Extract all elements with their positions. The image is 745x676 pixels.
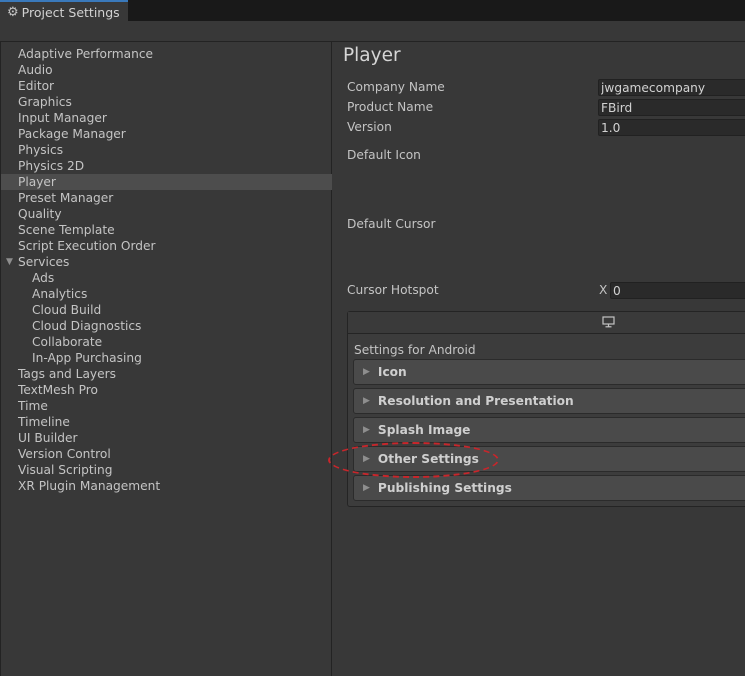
platform-tab-bar (348, 312, 745, 334)
foldout-arrow-icon: ▶ (363, 425, 370, 435)
sidebar-item-textmesh-pro[interactable]: TextMesh Pro (1, 382, 332, 398)
sidebar-item-input-manager[interactable]: Input Manager (1, 110, 332, 126)
company-name-label: Company Name (347, 80, 445, 94)
sidebar-item-label: Cloud Diagnostics (32, 319, 142, 333)
foldout-resolution-and-presentation[interactable]: ▶ Resolution and Presentation (353, 388, 745, 414)
sidebar-item-label: In-App Purchasing (32, 351, 142, 365)
sidebar-item-cloud-diagnostics[interactable]: Cloud Diagnostics (1, 318, 332, 334)
sidebar-item-quality[interactable]: Quality (1, 206, 332, 222)
tab-project-settings[interactable]: ⚙ Project Settings (0, 0, 128, 22)
sidebar-item-label: Player (18, 175, 56, 189)
toolbar (0, 21, 745, 42)
settings-for-platform-label: Settings for Android (354, 343, 476, 357)
player-settings-panel: Player Company Name Product Name Version… (333, 42, 745, 676)
foldout-label: Icon (377, 365, 407, 379)
sidebar-item-adaptive-performance[interactable]: Adaptive Performance (1, 46, 332, 62)
sidebar-item-label: Adaptive Performance (18, 47, 154, 61)
sidebar-item-time[interactable]: Time (1, 398, 332, 414)
sidebar-item-label: Graphics (18, 95, 72, 109)
foldout-label: Resolution and Presentation (377, 394, 574, 408)
monitor-icon[interactable] (602, 316, 615, 331)
sidebar-item-in-app-purchasing[interactable]: In-App Purchasing (1, 350, 332, 366)
sidebar-item-physics[interactable]: Physics (1, 142, 332, 158)
sidebar-item-tags-and-layers[interactable]: Tags and Layers (1, 366, 332, 382)
sidebar-item-label: UI Builder (18, 431, 78, 445)
sidebar-item-label: Tags and Layers (18, 367, 116, 381)
gear-icon: ⚙ (7, 4, 19, 20)
sidebar-item-ui-builder[interactable]: UI Builder (1, 430, 332, 446)
sidebar-item-graphics[interactable]: Graphics (1, 94, 332, 110)
settings-sidebar: Adaptive Performance Audio Editor Graphics I… (0, 42, 332, 676)
sidebar-item-version-control[interactable]: Version Control (1, 446, 332, 462)
sidebar-item-label: Scene Template (18, 223, 115, 237)
sidebar-item-label: Physics (18, 143, 64, 157)
page-title: Player (343, 45, 401, 66)
sidebar-item-collaborate[interactable]: Collaborate (1, 334, 332, 350)
foldout-icon[interactable]: ▶ Icon (353, 359, 745, 385)
sidebar-item-label: Quality (18, 207, 62, 221)
tab-title: Project Settings (21, 4, 120, 20)
sidebar-item-label: Package Manager (18, 127, 126, 141)
foldout-label: Publishing Settings (377, 481, 512, 495)
sidebar-item-label: XR Plugin Management (18, 479, 161, 493)
sidebar-item-cloud-build[interactable]: Cloud Build (1, 302, 332, 318)
sidebar-item-script-execution-order[interactable]: Script Execution Order (1, 238, 332, 254)
version-label: Version (347, 120, 392, 134)
sidebar-item-preset-manager[interactable]: Preset Manager (1, 190, 332, 206)
sidebar-item-timeline[interactable]: Timeline (1, 414, 332, 430)
sidebar-item-editor[interactable]: Editor (1, 78, 332, 94)
version-input[interactable] (598, 119, 745, 136)
sidebar-item-label: Analytics (32, 287, 88, 301)
default-icon-label: Default Icon (347, 148, 421, 162)
cursor-hotspot-label: Cursor Hotspot (347, 283, 439, 297)
sidebar-item-xr-plugin-management[interactable]: XR Plugin Management (1, 478, 332, 494)
sidebar-item-label: Physics 2D (18, 159, 85, 173)
sidebar-item-label: Input Manager (18, 111, 107, 125)
sidebar-item-label: Services (18, 255, 70, 269)
foldout-splash-image[interactable]: ▶ Splash Image (353, 417, 745, 443)
foldout-arrow-icon: ▶ (363, 396, 370, 406)
sidebar-item-scene-template[interactable]: Scene Template (1, 222, 332, 238)
sidebar-item-label: Collaborate (32, 335, 103, 349)
sidebar-item-label: Audio (18, 63, 53, 77)
sidebar-item-services[interactable]: ▼ Services (1, 254, 332, 270)
cursor-hotspot-x-input[interactable] (610, 282, 745, 299)
sidebar-item-label: Timeline (18, 415, 70, 429)
sidebar-item-label: Preset Manager (18, 191, 114, 205)
sidebar-item-analytics[interactable]: Analytics (1, 286, 332, 302)
product-name-input[interactable] (598, 99, 745, 116)
sidebar-item-package-manager[interactable]: Package Manager (1, 126, 332, 142)
sidebar-item-label: Version Control (18, 447, 111, 461)
sidebar-item-label: Visual Scripting (18, 463, 113, 477)
product-name-label: Product Name (347, 100, 434, 114)
sidebar-item-label: Cloud Build (32, 303, 102, 317)
highlight-annotation-ellipse (328, 442, 499, 478)
sidebar-item-label: Script Execution Order (18, 239, 156, 253)
sidebar-item-label: TextMesh Pro (18, 383, 98, 397)
sidebar-item-label: Ads (32, 271, 55, 285)
cursor-hotspot-x-label: X (599, 283, 608, 297)
sidebar-item-physics-2d[interactable]: Physics 2D (1, 158, 332, 174)
sidebar-item-visual-scripting[interactable]: Visual Scripting (1, 462, 332, 478)
foldout-arrow-icon: ▶ (363, 367, 370, 377)
foldout-publishing-settings[interactable]: ▶ Publishing Settings (353, 475, 745, 501)
foldout-arrow-icon: ▶ (363, 483, 370, 493)
sidebar-item-player[interactable]: Player (1, 174, 332, 190)
sidebar-item-label: Editor (18, 79, 55, 93)
sidebar-item-audio[interactable]: Audio (1, 62, 332, 78)
window-tab-strip: ⚙ Project Settings (0, 0, 745, 22)
company-name-input[interactable] (598, 79, 745, 96)
expand-arrow-icon[interactable]: ▼ (6, 254, 13, 270)
sidebar-item-label: Time (18, 399, 48, 413)
sidebar-item-ads[interactable]: Ads (1, 270, 332, 286)
default-cursor-label: Default Cursor (347, 217, 436, 231)
foldout-label: Splash Image (377, 423, 471, 437)
